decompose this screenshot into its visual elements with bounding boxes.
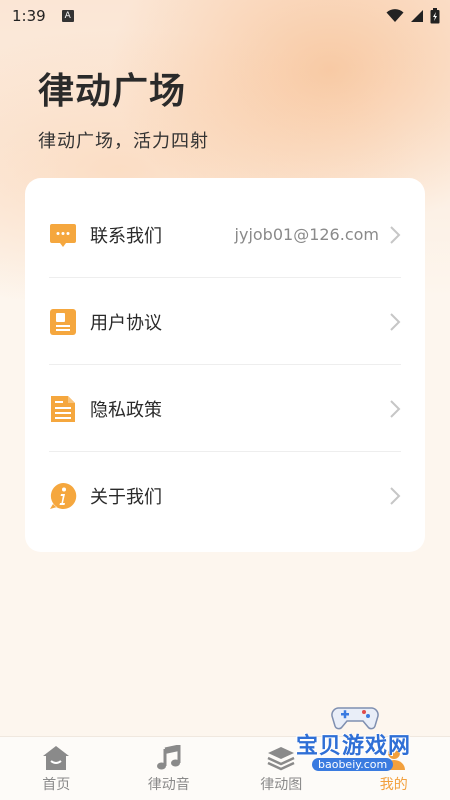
menu-item-privacy-policy[interactable]: 隐私政策	[25, 365, 425, 452]
tab-label: 首页	[42, 777, 71, 793]
menu-item-about-us[interactable]: 关于我们	[25, 452, 425, 539]
battery-icon	[430, 8, 440, 24]
info-icon	[49, 482, 77, 510]
chevron-right-icon	[389, 399, 401, 419]
menu-item-label: 联系我们	[90, 225, 162, 247]
gamepad-icon	[331, 707, 379, 730]
watermark-logo: 宝贝游戏网 baobeiy.com	[290, 700, 420, 780]
signal-icon	[411, 10, 423, 22]
wifi-icon	[386, 9, 404, 22]
menu-item-label: 用户协议	[90, 312, 162, 334]
menu-item-label: 关于我们	[90, 486, 162, 508]
status-bar: 1:39 A	[0, 0, 450, 32]
tab-home[interactable]: 首页	[0, 737, 113, 800]
contact-email: jyjob01@126.com	[234, 225, 379, 244]
chat-icon	[49, 221, 77, 249]
tab-label: 律动音	[147, 777, 190, 793]
chevron-right-icon	[389, 486, 401, 506]
policy-icon	[49, 395, 77, 423]
menu-item-user-agreement[interactable]: 用户协议	[25, 278, 425, 365]
music-note-icon	[154, 744, 184, 772]
notification-icon: A	[61, 10, 74, 22]
chevron-right-icon	[389, 225, 401, 245]
menu-item-contact[interactable]: 联系我们 jyjob01@126.com	[25, 191, 425, 278]
status-time: 1:39	[12, 7, 46, 25]
page-title: 律动广场	[38, 71, 187, 112]
watermark-text: 宝贝游戏网	[296, 734, 412, 759]
menu-item-label: 隐私政策	[90, 399, 162, 421]
page-subtitle: 律动广场，活力四射	[38, 131, 209, 152]
tab-music[interactable]: 律动音	[113, 737, 226, 800]
document-icon	[49, 308, 77, 336]
menu-card: 联系我们 jyjob01@126.com 用户协议 隐私政策 关于我们	[25, 178, 425, 552]
home-icon	[41, 744, 71, 772]
chevron-right-icon	[389, 312, 401, 332]
watermark-url: baobeiy.com	[312, 758, 394, 771]
